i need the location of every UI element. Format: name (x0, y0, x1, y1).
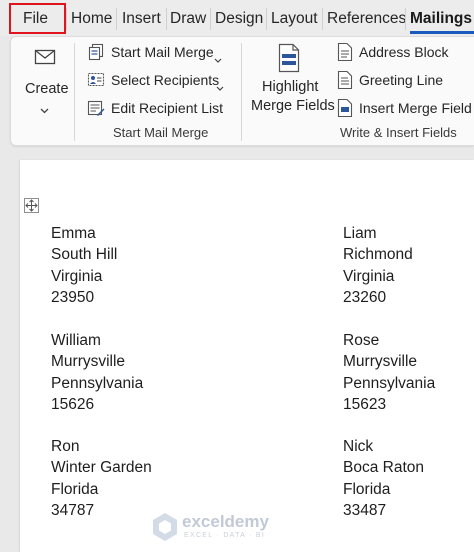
greeting-line-button[interactable]: Greeting Line (335, 69, 474, 93)
recipient-name: Emma (51, 225, 96, 242)
start-mail-merge-button[interactable]: Start Mail Merge (85, 41, 235, 65)
recipient-city: Winter Garden (51, 459, 152, 477)
chevron-down-icon (216, 78, 224, 94)
file-tab-highlight-box (9, 3, 66, 34)
insert-field-icon (337, 98, 353, 121)
exceldemy-logo-icon (153, 513, 177, 541)
mail-label-cell[interactable]: William Murrysville Pennsylvania 15626 (51, 330, 143, 415)
chevron-down-icon (40, 101, 49, 117)
highlight-merge-fields-button[interactable]: Highlight Merge Fields (249, 41, 335, 121)
recipient-name: William (51, 332, 101, 349)
edit-list-icon (87, 99, 105, 120)
tab-mailings[interactable]: Mailings (406, 0, 474, 36)
recipients-icon (87, 71, 105, 92)
address-block-icon (337, 42, 353, 65)
address-block-label: Address Block (359, 44, 449, 60)
select-recipients-button[interactable]: Select Recipients (85, 69, 235, 93)
highlight-label-line2: Merge Fields (251, 98, 335, 114)
exceldemy-watermark: exceldemy EXCEL · DATA · BI (152, 510, 312, 546)
documents-stack-icon (87, 43, 105, 64)
write-insert-group-label: Write & Insert Fields (340, 125, 457, 140)
recipient-state: Pennsylvania (51, 374, 144, 392)
recipient-city: South Hill (51, 246, 118, 264)
recipient-city: Murrysville (343, 353, 418, 371)
move-arrows-icon (25, 199, 38, 212)
tab-layout[interactable]: Layout (267, 0, 322, 36)
recipient-city: Boca Raton (343, 459, 424, 477)
recipient-zip: 23950 (51, 288, 95, 306)
insert-merge-field-label: Insert Merge Field (359, 100, 472, 116)
recipient-state: Pennsylvania (343, 374, 436, 392)
group-divider (241, 43, 242, 141)
recipient-zip: 15623 (343, 395, 387, 413)
tab-design[interactable]: Design (211, 0, 267, 36)
select-recipients-label: Select Recipients (111, 72, 220, 88)
highlight-label-line1: Highlight (262, 79, 319, 95)
document-page[interactable]: Emma South Hill Virginia 23950 Liam Rich… (20, 160, 474, 552)
tab-divider (116, 8, 117, 30)
edit-recipient-list-button[interactable]: Edit Recipient List (85, 97, 235, 121)
tab-insert[interactable]: Insert (118, 0, 165, 36)
ribbon-panel: Create Start Mail Merge Select Recipient… (10, 36, 474, 146)
ribbon-tab-bar: File Home Insert Draw Design Layout Refe… (0, 0, 474, 36)
tab-references[interactable]: References (323, 0, 410, 36)
address-block-button[interactable]: Address Block (335, 41, 474, 65)
recipient-name: Liam (343, 225, 377, 242)
watermark-title: exceldemy (182, 512, 269, 531)
recipient-name: Nick (343, 438, 374, 455)
envelope-icon (34, 48, 56, 69)
chevron-down-icon (214, 50, 222, 66)
mail-label-cell[interactable]: Emma South Hill Virginia 23950 (51, 223, 117, 308)
recipient-state: Florida (51, 480, 99, 498)
table-move-handle[interactable] (24, 198, 39, 213)
mail-label-cell[interactable]: Liam Richmond Virginia 23260 (343, 223, 413, 308)
highlight-fields-icon (277, 43, 301, 76)
greeting-line-icon (337, 70, 353, 93)
recipient-city: Murrysville (51, 353, 126, 371)
mail-label-cell[interactable]: Nick Boca Raton Florida 33487 (343, 436, 424, 521)
start-mail-merge-group-label: Start Mail Merge (113, 125, 209, 140)
tab-home[interactable]: Home (67, 0, 116, 36)
insert-merge-field-button[interactable]: Insert Merge Field (335, 97, 474, 121)
recipient-name: Ron (51, 438, 80, 455)
recipient-zip: 15626 (51, 395, 95, 413)
start-mail-merge-label: Start Mail Merge (111, 44, 214, 60)
edit-recipient-list-label: Edit Recipient List (111, 100, 224, 116)
tab-draw[interactable]: Draw (166, 0, 210, 36)
recipient-state: Virginia (343, 267, 395, 285)
recipient-state: Florida (343, 480, 391, 498)
watermark-subtitle: EXCEL · DATA · BI (184, 532, 266, 539)
recipient-name: Rose (343, 332, 380, 349)
mail-label-cell[interactable]: Rose Murrysville Pennsylvania 15623 (343, 330, 435, 415)
recipient-zip: 33487 (343, 501, 387, 519)
group-divider (74, 43, 75, 141)
create-button[interactable]: Create (17, 43, 73, 123)
recipient-zip: 34787 (51, 501, 95, 519)
recipient-state: Virginia (51, 267, 103, 285)
create-label: Create (25, 81, 69, 97)
greeting-line-label: Greeting Line (359, 72, 444, 88)
recipient-city: Richmond (343, 246, 413, 264)
mail-label-cell[interactable]: Ron Winter Garden Florida 34787 (51, 436, 152, 521)
recipient-zip: 23260 (343, 288, 387, 306)
